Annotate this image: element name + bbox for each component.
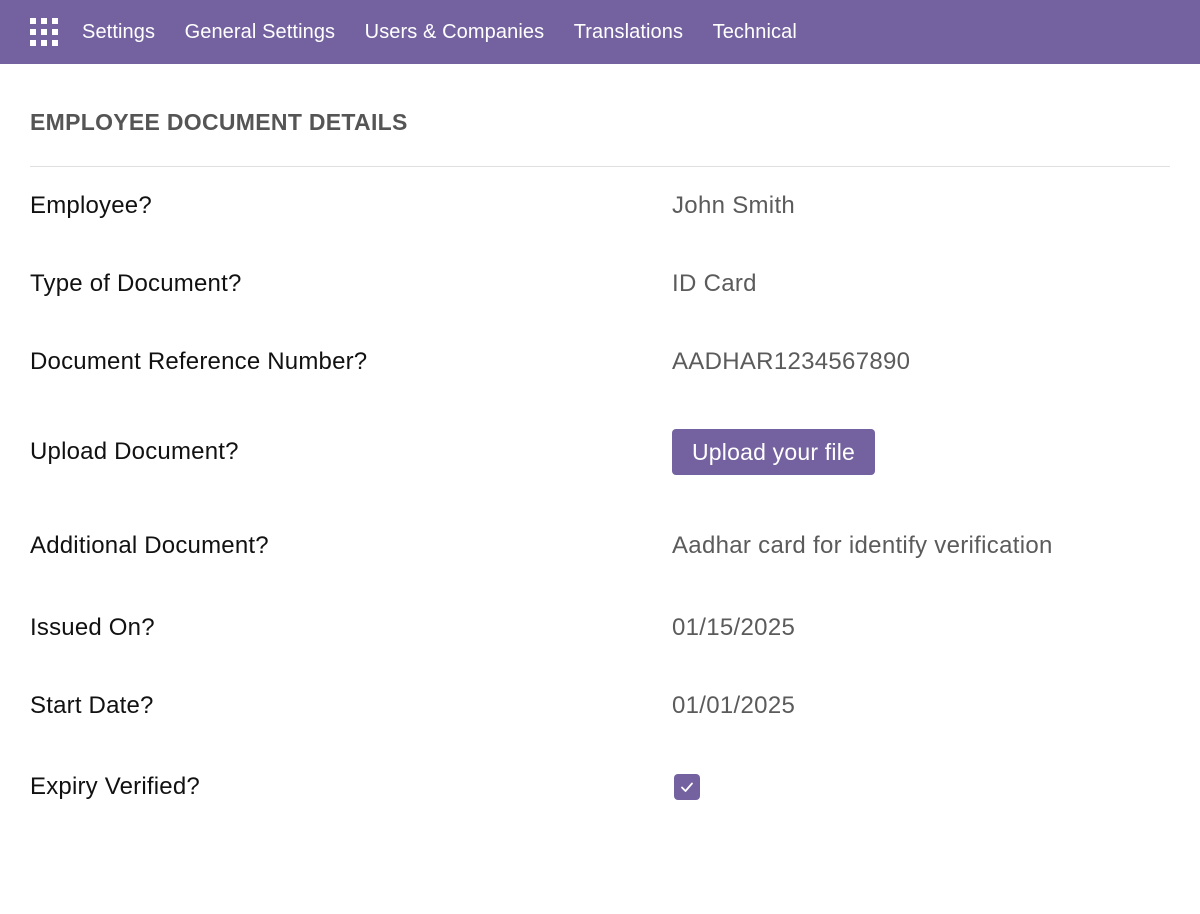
top-navbar: Settings General Settings Users & Compan… — [0, 0, 1200, 64]
menu-item-general-settings[interactable]: General Settings — [185, 21, 336, 44]
field-additional: Additional Document? Aadhar card for ide… — [30, 503, 1170, 589]
menu-item-settings[interactable]: Settings — [82, 21, 155, 44]
doc-type-value[interactable]: ID Card — [672, 270, 757, 298]
menu-item-translations[interactable]: Translations — [574, 21, 683, 44]
checkmark-icon — [681, 782, 693, 792]
start-date-value[interactable]: 01/01/2025 — [672, 692, 795, 720]
issued-on-value[interactable]: 01/15/2025 — [672, 614, 795, 642]
issued-on-label: Issued On? — [30, 614, 155, 641]
upload-label: Upload Document? — [30, 438, 239, 465]
expiry-verified-label: Expiry Verified? — [30, 773, 200, 800]
field-ref-number: Document Reference Number? AADHAR1234567… — [30, 323, 1170, 401]
field-expiry-verified: Expiry Verified? — [30, 745, 1170, 829]
field-employee: Employee? John Smith — [30, 167, 1170, 245]
employee-value[interactable]: John Smith — [672, 192, 795, 220]
field-upload: Upload Document? Upload your file — [30, 401, 1170, 503]
field-start-date: Start Date? 01/01/2025 — [30, 667, 1170, 745]
upload-file-button[interactable]: Upload your file — [672, 429, 876, 475]
start-date-label: Start Date? — [30, 692, 154, 719]
main-menu: Settings General Settings Users & Compan… — [82, 21, 826, 44]
expiry-verified-checkbox[interactable] — [674, 774, 700, 800]
apps-grid-icon[interactable] — [30, 18, 58, 46]
additional-value[interactable]: Aadhar card for identify verification — [672, 532, 1053, 560]
ref-number-value[interactable]: AADHAR1234567890 — [672, 348, 910, 376]
section-title: EMPLOYEE DOCUMENT DETAILS — [30, 64, 1170, 167]
menu-item-technical[interactable]: Technical — [713, 21, 797, 44]
menu-item-users-companies[interactable]: Users & Companies — [365, 21, 545, 44]
doc-type-label: Type of Document? — [30, 270, 242, 297]
additional-label: Additional Document? — [30, 532, 269, 559]
employee-label: Employee? — [30, 192, 152, 219]
form-content: EMPLOYEE DOCUMENT DETAILS Employee? John… — [0, 64, 1200, 829]
ref-number-label: Document Reference Number? — [30, 348, 368, 375]
field-issued-on: Issued On? 01/15/2025 — [30, 589, 1170, 667]
field-doc-type: Type of Document? ID Card — [30, 245, 1170, 323]
